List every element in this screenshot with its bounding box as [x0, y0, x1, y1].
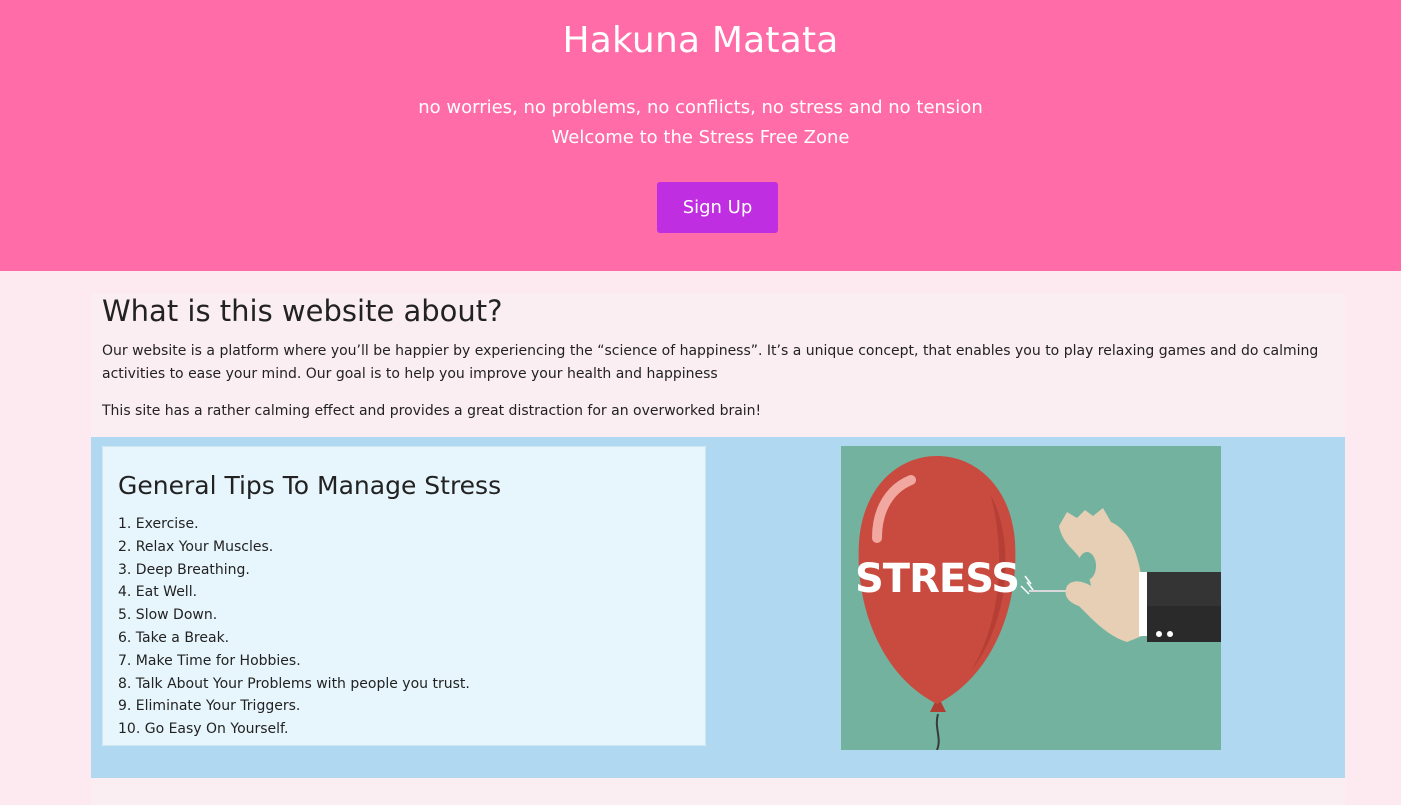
finger-gap: [1078, 552, 1096, 580]
hero-tagline: no worries, no problems, no conflicts, n…: [418, 97, 983, 118]
site-title: Hakuna Matata: [562, 20, 839, 61]
about-paragraph-2: This site has a rather calming effect an…: [102, 403, 762, 419]
tip-item: 6. Take a Break.: [118, 629, 230, 646]
about-section: What is this website about? Our website …: [91, 293, 1345, 437]
tip-item: 10. Go Easy On Yourself.: [118, 721, 289, 738]
stress-balloon-image: STRESS: [841, 446, 1221, 750]
tips-card: General Tips To Manage Stress 1. Exercis…: [102, 446, 706, 746]
balloon-stress-text: STRESS: [855, 556, 1019, 602]
tip-item: 2. Relax Your Muscles.: [118, 538, 274, 555]
tip-item: 9. Eliminate Your Triggers.: [118, 698, 301, 715]
tips-list: 1. Exercise. 2. Relax Your Muscles. 3. D…: [118, 513, 470, 741]
tip-item: 1. Exercise.: [118, 516, 199, 532]
hero-welcome-text: Welcome to the Stress Free Zone: [551, 127, 850, 148]
tip-item: 8. Talk About Your Problems with people …: [118, 675, 470, 692]
tip-item: 4. Eat Well.: [118, 584, 198, 601]
sign-up-button[interactable]: Sign Up: [657, 182, 778, 233]
about-title: What is this website about?: [102, 294, 503, 328]
hero-banner: Hakuna Matata no worries, no problems, n…: [0, 0, 1401, 271]
about-paragraph-1: Our website is a platform where you’ll b…: [102, 343, 1319, 382]
tips-section: General Tips To Manage Stress 1. Exercis…: [91, 437, 1345, 778]
tip-item: 5. Slow Down.: [118, 607, 218, 624]
tip-item: 3. Deep Breathing.: [118, 561, 250, 578]
sleeve-button: [1156, 631, 1162, 637]
jacket-sleeve-highlight: [1147, 572, 1221, 606]
sleeve-button: [1167, 631, 1173, 637]
content-footer-strip: [91, 778, 1345, 805]
tips-title: General Tips To Manage Stress: [118, 471, 502, 500]
tip-item: 7. Make Time for Hobbies.: [118, 652, 301, 669]
